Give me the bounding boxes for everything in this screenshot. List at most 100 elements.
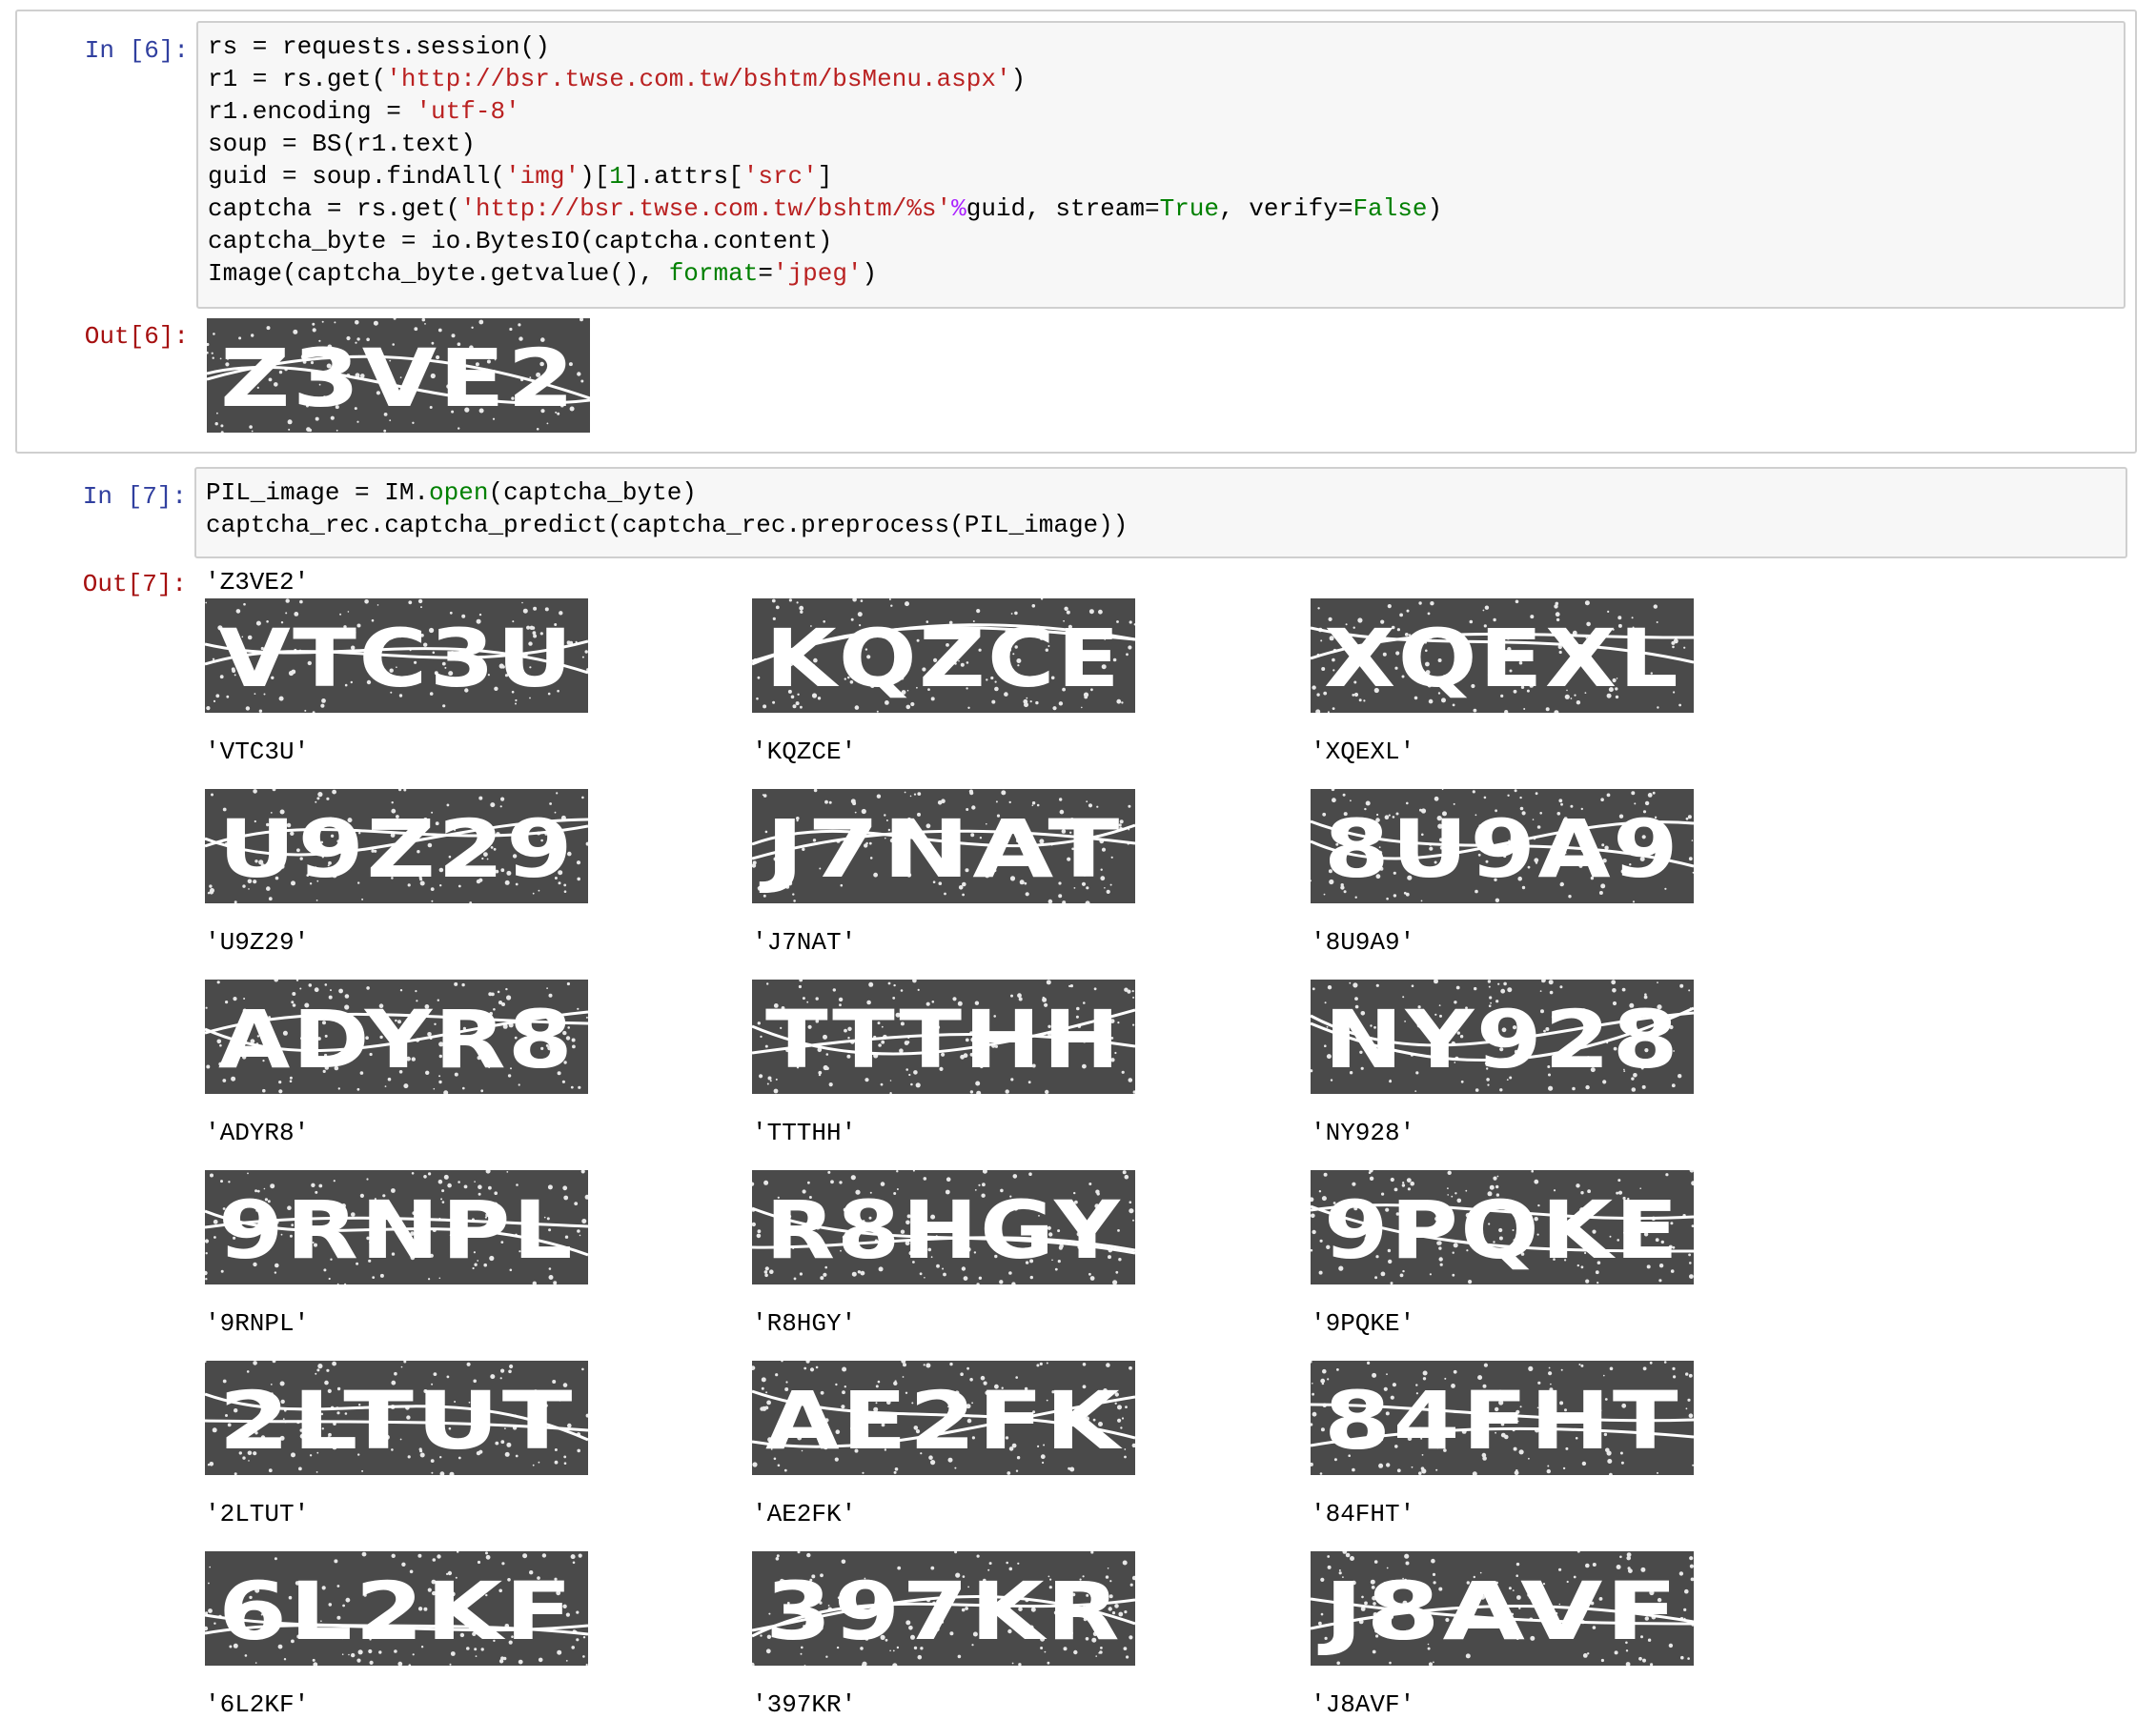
input-prompt: In [7]: (82, 482, 187, 511)
captcha-prediction-label: 'VTC3U' (205, 738, 310, 766)
noise-dot (1663, 1361, 1667, 1364)
code-token: 'img' (505, 162, 580, 191)
noise-dot (1600, 798, 1604, 801)
noise-dot (761, 1386, 764, 1390)
noise-dot (415, 990, 417, 993)
noise-dot (332, 789, 336, 795)
noise-dot (205, 1270, 208, 1276)
captcha-svg: TTTHH (752, 980, 1135, 1094)
noise-dot (439, 1471, 445, 1475)
noise-dot (408, 1664, 412, 1666)
noise-dot (1332, 707, 1335, 710)
noise-dot (1316, 693, 1320, 697)
noise-dot (775, 1557, 780, 1561)
captcha-image: 9PQKE (1311, 1170, 1694, 1284)
noise-dot (1562, 1466, 1566, 1470)
captcha-svg: ADYR8 (205, 980, 588, 1094)
noise-dot (576, 860, 581, 865)
noise-dot (304, 709, 307, 712)
noise-dot (1572, 1086, 1576, 1091)
noise-dot (1064, 606, 1068, 611)
notebook-cell-7[interactable]: In [7]: PIL_image = IM.open(captcha_byte… (15, 465, 2137, 1719)
noise-dot (433, 1087, 436, 1090)
noise-dot (1687, 1657, 1690, 1660)
noise-dot (1129, 1365, 1132, 1370)
code-line: rs = requests.session() (208, 30, 2114, 63)
noise-dot (355, 320, 359, 325)
noise-dot (1688, 857, 1693, 861)
code-input-area[interactable]: rs = requests.session() r1 = rs.get('http… (196, 21, 2125, 309)
noise-dot (580, 379, 584, 383)
noise-dot (1068, 1466, 1070, 1470)
noise-dot (246, 1370, 250, 1373)
noise-dot (815, 1365, 819, 1369)
noise-dot (220, 1180, 223, 1183)
noise-dot (1373, 1560, 1378, 1564)
noise-dot (373, 320, 378, 326)
code-token: 'src' (742, 162, 818, 191)
noise-dot (1499, 1088, 1503, 1092)
noise-dot (1059, 798, 1063, 801)
noise-dot (969, 791, 974, 796)
noise-dot (211, 352, 214, 354)
noise-dot (1475, 1088, 1479, 1092)
captcha-image: NY928 (1311, 980, 1694, 1094)
noise-dot (421, 318, 426, 322)
noise-dot (1129, 1201, 1132, 1203)
code-token: captcha = rs.get( (208, 194, 461, 223)
noise-dot (485, 1554, 491, 1560)
captcha-prediction-label: 'J7NAT' (752, 928, 857, 957)
noise-dot (1631, 791, 1636, 796)
noise-dot (205, 1278, 208, 1281)
noise-dot (1028, 1172, 1032, 1176)
noise-dot (408, 600, 413, 605)
noise-dot (247, 1172, 249, 1175)
noise-dot (1315, 709, 1321, 713)
noise-dot (1124, 1448, 1127, 1450)
code-token: soup = BS(r1.text) (208, 130, 476, 158)
noise-dot (773, 1088, 779, 1094)
noise-dot (1312, 685, 1316, 690)
noise-dot (205, 1626, 209, 1631)
noise-dot (317, 792, 323, 798)
noise-dot (1689, 1556, 1694, 1561)
noise-dot (471, 326, 474, 329)
noise-dot (316, 797, 320, 800)
noise-dot (1691, 839, 1694, 841)
noise-dot (1455, 985, 1460, 990)
noise-dot (1404, 1553, 1410, 1559)
captcha-svg: U9Z29 (205, 789, 588, 903)
noise-dot (1447, 1170, 1452, 1175)
captcha-image: TTTHH (752, 980, 1135, 1094)
noise-dot (1350, 799, 1352, 802)
noise-dot (361, 1469, 364, 1472)
noise-dot (1428, 1662, 1434, 1666)
noise-dot (796, 601, 799, 604)
noise-dot (868, 981, 874, 987)
noise-dot (1015, 1469, 1019, 1472)
noise-dot (771, 598, 776, 603)
noise-dot (1649, 1361, 1653, 1365)
noise-dot (1046, 1362, 1048, 1365)
noise-dot (457, 1551, 459, 1553)
noise-dot (1090, 1551, 1094, 1554)
noise-dot (894, 1467, 899, 1471)
noise-dot (1132, 1023, 1135, 1026)
noise-dot (1679, 983, 1684, 988)
noise-dot (1611, 980, 1617, 985)
code-token: captcha_byte = io.BytesIO(captcha.conten… (208, 227, 833, 255)
noise-dot (1689, 1375, 1692, 1378)
notebook-cell-6[interactable]: In [6]: rs = requests.session() r1 = rs.g… (15, 10, 2137, 454)
noise-dot (1367, 1361, 1371, 1365)
noise-dot (212, 356, 214, 359)
noise-dot (1062, 900, 1067, 903)
code-input-area[interactable]: PIL_image = IM.open(captcha_byte) captcha… (194, 467, 2127, 558)
captcha-image: 6L2KF (205, 1551, 588, 1666)
noise-dot (1692, 871, 1694, 874)
noise-dot (949, 1362, 953, 1366)
noise-dot (1039, 1362, 1043, 1365)
noise-dot (1128, 645, 1132, 650)
noise-dot (1132, 996, 1135, 999)
noise-dot (783, 1468, 787, 1472)
noise-dot (1483, 1363, 1488, 1367)
